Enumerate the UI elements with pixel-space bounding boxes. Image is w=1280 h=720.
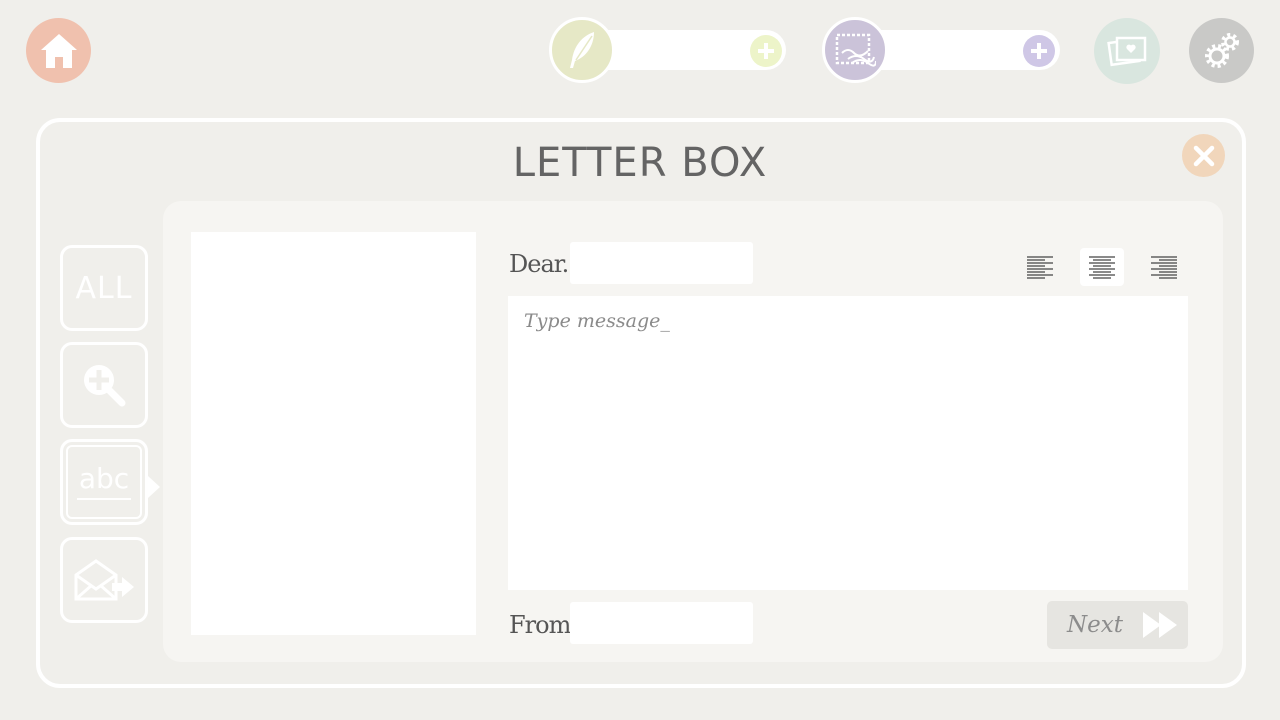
dear-label: Dear.: [509, 250, 569, 278]
align-left-icon: [1027, 256, 1053, 279]
stamp-icon: [835, 33, 876, 67]
active-indicator-arrow: [148, 476, 160, 498]
from-label: From.: [509, 611, 578, 639]
align-right-button[interactable]: [1142, 248, 1186, 286]
add-stamp-button[interactable]: [1023, 35, 1055, 67]
dear-input[interactable]: [570, 242, 753, 284]
settings-button[interactable]: [1189, 18, 1254, 83]
close-button[interactable]: [1182, 134, 1225, 177]
message-textarea[interactable]: Type message_: [508, 296, 1188, 590]
zoom-in-icon: [84, 365, 126, 407]
message-placeholder: Type message_: [524, 310, 670, 332]
underline-divider: [77, 498, 131, 500]
dialog-title: LETTER BOX: [512, 140, 768, 186]
home-icon: [40, 33, 77, 68]
next-label: Next: [1067, 612, 1123, 638]
align-right-icon: [1151, 256, 1177, 279]
quill-icon: [570, 32, 594, 68]
quill-counter-icon: [549, 17, 615, 83]
add-quill-button[interactable]: [750, 35, 782, 67]
photos-icon: [1107, 36, 1147, 67]
photos-button[interactable]: [1094, 18, 1160, 84]
sidebar-all-label: ALL: [75, 270, 133, 306]
next-button[interactable]: Next: [1047, 601, 1188, 649]
plus-icon: [1031, 43, 1047, 59]
sidebar-zoom-button[interactable]: [60, 342, 148, 428]
sidebar-write-label: abc: [78, 462, 130, 495]
align-center-icon: [1089, 256, 1115, 279]
sidebar-all-button[interactable]: ALL: [60, 245, 148, 331]
home-button[interactable]: [26, 18, 91, 83]
fast-forward-icon: [1142, 612, 1177, 638]
from-input[interactable]: [570, 602, 753, 644]
sidebar-send-button[interactable]: [60, 537, 148, 623]
align-center-button[interactable]: [1080, 248, 1124, 286]
align-left-button[interactable]: [1018, 248, 1062, 286]
close-icon: [1193, 145, 1214, 166]
gears-icon: [1204, 32, 1239, 68]
sidebar-write-button[interactable]: abc: [60, 439, 148, 525]
send-envelope-icon: [74, 559, 134, 601]
plus-icon: [758, 43, 774, 59]
letter-preview: [191, 232, 476, 635]
stamp-counter-icon: [822, 17, 888, 83]
